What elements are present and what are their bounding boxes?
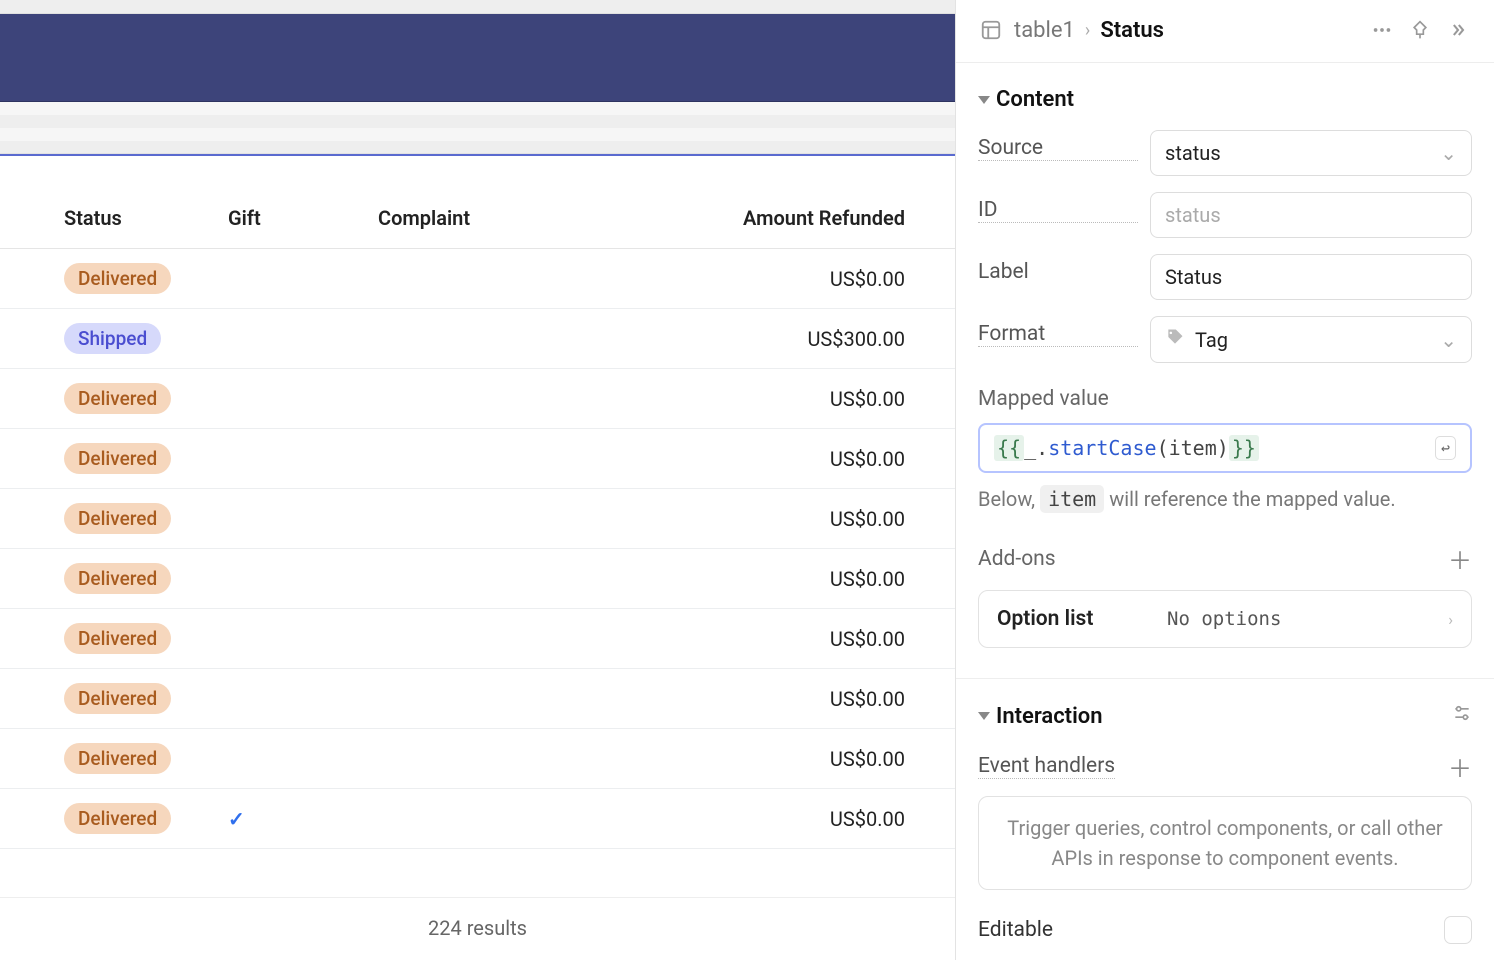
add-addon-button[interactable]: ＋ — [1448, 541, 1472, 576]
pin-icon[interactable] — [1406, 16, 1434, 44]
status-tag: Delivered — [64, 563, 171, 594]
id-placeholder: status — [1165, 203, 1221, 227]
canvas-header-dark — [0, 14, 955, 102]
status-tag: Delivered — [64, 743, 171, 774]
column-gift[interactable]: Gift — [218, 192, 368, 249]
event-handlers-label: Event handlers — [978, 754, 1115, 779]
format-value: Tag — [1195, 328, 1228, 352]
inspector-header: table1 › Status — [956, 0, 1494, 63]
status-tag: Shipped — [64, 323, 161, 354]
source-select[interactable]: status ⌄ — [1150, 130, 1472, 176]
section-interaction[interactable]: Interaction — [978, 703, 1472, 729]
settings-icon[interactable] — [1452, 703, 1472, 729]
source-value: status — [1165, 141, 1221, 165]
code-fn: startCase — [1048, 436, 1156, 460]
column-edge — [0, 192, 54, 249]
amount-cell: US$0.00 — [648, 609, 955, 669]
option-list-label: Option list — [997, 607, 1147, 631]
section-content-label: Content — [996, 87, 1074, 112]
table-row[interactable]: Delivered US$0.00 — [0, 609, 955, 669]
inspector-panel: table1 › Status Content Source — [955, 0, 1494, 960]
caret-down-icon — [978, 96, 990, 104]
column-amount-refunded[interactable]: Amount Refunded — [648, 192, 955, 249]
code-close: }} — [1229, 435, 1259, 461]
amount-cell: US$300.00 — [648, 309, 955, 369]
format-label: Format — [978, 316, 1138, 347]
id-label: ID — [978, 192, 1138, 223]
data-table: Status Gift Complaint Amount Refunded De… — [0, 192, 955, 849]
section-interaction-label: Interaction — [996, 704, 1103, 729]
table-row[interactable]: Delivered US$0.00 — [0, 729, 955, 789]
amount-cell: US$0.00 — [648, 249, 955, 309]
column-status[interactable]: Status — [54, 192, 218, 249]
hint-code: item — [1040, 485, 1104, 513]
amount-cell: US$0.00 — [648, 429, 955, 489]
table-row[interactable]: Delivered US$0.00 — [0, 429, 955, 489]
label-input[interactable]: Status — [1150, 254, 1472, 300]
table-row[interactable]: Delivered US$0.00 — [0, 669, 955, 729]
main-canvas: Status Gift Complaint Amount Refunded De… — [0, 0, 955, 960]
table-row[interactable]: Delivered US$0.00 — [0, 369, 955, 429]
table-container: Status Gift Complaint Amount Refunded De… — [0, 192, 955, 897]
caret-down-icon — [978, 712, 990, 720]
editable-label: Editable — [978, 918, 1053, 942]
table-row[interactable]: Delivered ✓ US$0.00 — [0, 789, 955, 849]
collapse-icon[interactable] — [1444, 16, 1472, 44]
breadcrumb-table[interactable]: table1 — [1014, 18, 1075, 43]
check-icon: ✓ — [228, 807, 245, 831]
label-value: Status — [1165, 265, 1222, 289]
status-tag: Delivered — [64, 803, 171, 834]
status-tag: Delivered — [64, 443, 171, 474]
format-select[interactable]: Tag ⌄ — [1150, 316, 1472, 363]
status-tag: Delivered — [64, 263, 171, 294]
table-row[interactable]: Delivered US$0.00 — [0, 489, 955, 549]
code-open: {{ — [994, 435, 1024, 461]
section-divider — [956, 678, 1494, 679]
table-footer-results: 224 results — [0, 897, 955, 960]
add-event-handler-button[interactable]: ＋ — [1448, 749, 1472, 784]
source-label: Source — [978, 130, 1138, 161]
amount-cell: US$0.00 — [648, 729, 955, 789]
amount-cell: US$0.00 — [648, 669, 955, 729]
status-tag: Delivered — [64, 383, 171, 414]
option-list-value: No options — [1167, 608, 1281, 630]
section-content[interactable]: Content — [978, 87, 1472, 112]
mapped-value-hint: Below, item will reference the mapped va… — [978, 487, 1472, 511]
event-handlers-placeholder[interactable]: Trigger queries, control components, or … — [978, 796, 1472, 890]
table-header-row: Status Gift Complaint Amount Refunded — [0, 192, 955, 249]
chevron-right-icon: › — [1085, 20, 1090, 41]
tag-icon — [1165, 327, 1185, 352]
code-args: (item) — [1157, 436, 1229, 460]
id-input[interactable]: status — [1150, 192, 1472, 238]
editable-toggle[interactable] — [1444, 916, 1472, 944]
revert-icon[interactable]: ↩ — [1435, 436, 1456, 460]
status-tag: Delivered — [64, 683, 171, 714]
table-row[interactable]: Delivered US$0.00 — [0, 549, 955, 609]
mapped-value-input[interactable]: {{ _.startCase(item) }} ↩ — [978, 423, 1472, 473]
top-ruler — [0, 0, 955, 14]
addons-label: Add-ons — [978, 547, 1056, 571]
status-tag: Delivered — [64, 503, 171, 534]
column-complaint[interactable]: Complaint — [368, 192, 648, 249]
canvas-grid-stripes — [0, 102, 955, 154]
amount-cell: US$0.00 — [648, 789, 955, 849]
option-list-card[interactable]: Option list No options › — [978, 590, 1472, 648]
chevron-down-icon: ⌄ — [1440, 141, 1457, 165]
amount-cell: US$0.00 — [648, 369, 955, 429]
more-icon[interactable] — [1368, 16, 1396, 44]
table-top-spacer — [0, 156, 955, 192]
table-row[interactable]: Shipped US$300.00 — [0, 309, 955, 369]
code-prefix: _. — [1024, 436, 1048, 460]
table-icon — [978, 17, 1004, 43]
chevron-down-icon: ⌄ — [1440, 328, 1457, 352]
breadcrumb-column: Status — [1100, 18, 1164, 43]
status-tag: Delivered — [64, 623, 171, 654]
amount-cell: US$0.00 — [648, 489, 955, 549]
inspector-body: Content Source status ⌄ ID status — [956, 63, 1494, 960]
label-label: Label — [978, 254, 1138, 284]
chevron-right-icon: › — [1448, 610, 1453, 629]
amount-cell: US$0.00 — [648, 549, 955, 609]
table-row[interactable]: Delivered US$0.00 — [0, 249, 955, 309]
mapped-value-label: Mapped value — [978, 387, 1472, 411]
